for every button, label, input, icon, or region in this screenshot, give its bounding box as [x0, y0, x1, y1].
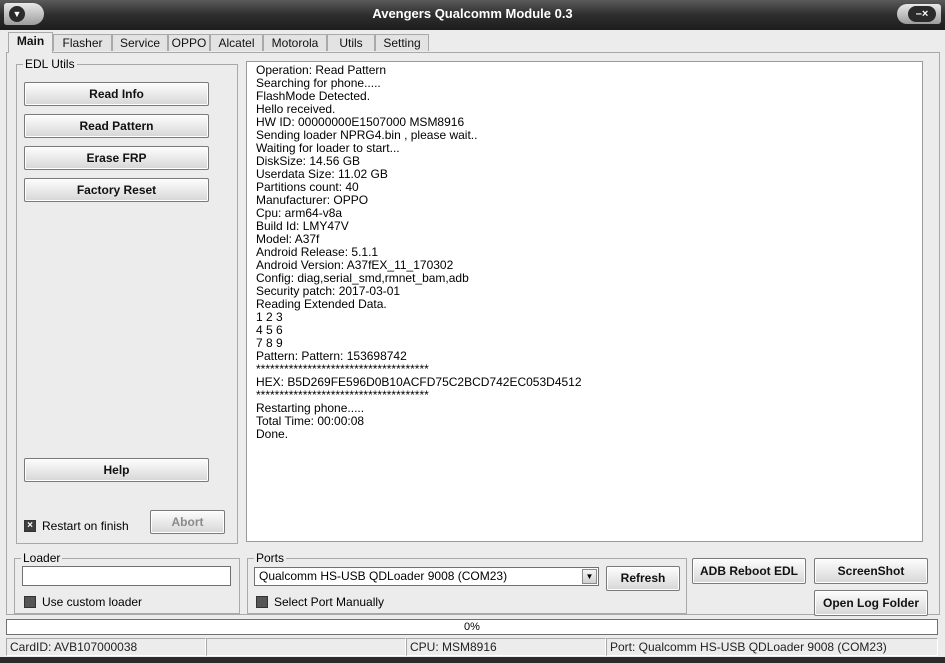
- ports-legend: Ports: [256, 551, 285, 565]
- progress-bar: 0%: [6, 619, 938, 635]
- help-button[interactable]: Help: [24, 458, 209, 482]
- log-line: Total Time: 00:00:08: [256, 414, 365, 428]
- tab-motorola[interactable]: Motorola: [263, 34, 327, 51]
- tab-utils[interactable]: Utils: [327, 34, 375, 51]
- tab-oppo[interactable]: OPPO: [168, 34, 210, 51]
- tab-alcatel[interactable]: Alcatel: [210, 34, 263, 51]
- log-line: Cpu: arm64-v8a: [256, 206, 343, 220]
- log-output[interactable]: Operation: Read Pattern Searching for pho…: [246, 61, 923, 542]
- window-title: Avengers Qualcomm Module 0.3: [372, 6, 573, 21]
- chevron-down-icon: ▼: [9, 6, 25, 22]
- tab-service[interactable]: Service: [112, 34, 168, 51]
- port-select[interactable]: Qualcomm HS-USB QDLoader 9008 (COM23) ▼: [254, 567, 599, 586]
- status-cpu: CPU: MSM8916: [406, 638, 606, 656]
- edl-utils-legend: EDL Utils: [25, 57, 75, 71]
- read-pattern-button[interactable]: Read Pattern: [24, 114, 209, 138]
- loader-path-input[interactable]: [22, 566, 231, 586]
- loader-legend: Loader: [23, 551, 61, 565]
- window-menu-button[interactable]: ▼: [4, 3, 44, 25]
- title-bar: ▼ Avengers Qualcomm Module 0.3 –×: [0, 0, 945, 30]
- log-line: 4 5 6: [256, 323, 283, 337]
- erase-frp-button[interactable]: Erase FRP: [24, 146, 209, 170]
- log-line: 1 2 3: [256, 310, 283, 324]
- log-line: FlashMode Detected.: [256, 89, 371, 103]
- tab-flasher[interactable]: Flasher: [53, 34, 112, 51]
- refresh-button[interactable]: Refresh: [606, 566, 680, 591]
- tab-main[interactable]: Main: [8, 32, 53, 53]
- log-line: Reading Extended Data.: [256, 297, 387, 311]
- read-info-button[interactable]: Read Info: [24, 82, 209, 106]
- window-bottom-edge: [0, 657, 945, 663]
- status-bar: CardID: AVB107000038 CPU: MSM8916 Port: …: [0, 637, 945, 657]
- minimize-icon: –×: [908, 6, 936, 22]
- factory-reset-button[interactable]: Factory Reset: [24, 178, 209, 202]
- use-custom-loader-label: Use custom loader: [42, 595, 143, 609]
- select-port-manually-checkbox[interactable]: [256, 596, 268, 608]
- status-blank: [206, 638, 406, 656]
- status-card-id: CardID: AVB107000038: [6, 638, 206, 656]
- screenshot-button[interactable]: ScreenShot: [814, 558, 928, 584]
- log-line: Done.: [256, 427, 289, 441]
- adb-reboot-edl-button[interactable]: ADB Reboot EDL: [692, 558, 806, 584]
- abort-button[interactable]: Abort: [150, 510, 225, 534]
- select-port-manually-label: Select Port Manually: [274, 595, 385, 609]
- app-window: ▼ Avengers Qualcomm Module 0.3 –× Main F…: [0, 0, 945, 663]
- status-port: Port: Qualcomm HS-USB QDLoader 9008 (COM…: [606, 638, 938, 656]
- use-custom-loader-checkbox[interactable]: [24, 596, 36, 608]
- log-line: Manufacturer: OPPO: [256, 193, 369, 207]
- progress-label: 0%: [464, 621, 480, 633]
- close-button[interactable]: –×: [897, 4, 941, 24]
- open-log-folder-button[interactable]: Open Log Folder: [814, 590, 928, 616]
- restart-on-finish-label: Restart on finish: [42, 519, 129, 533]
- port-select-value: Qualcomm HS-USB QDLoader 9008 (COM23): [259, 569, 508, 583]
- restart-on-finish-checkbox[interactable]: ×: [24, 520, 36, 532]
- chevron-down-icon[interactable]: ▼: [582, 569, 597, 584]
- tab-setting[interactable]: Setting: [375, 34, 429, 51]
- log-line: Build Id: LMY47V: [256, 219, 349, 233]
